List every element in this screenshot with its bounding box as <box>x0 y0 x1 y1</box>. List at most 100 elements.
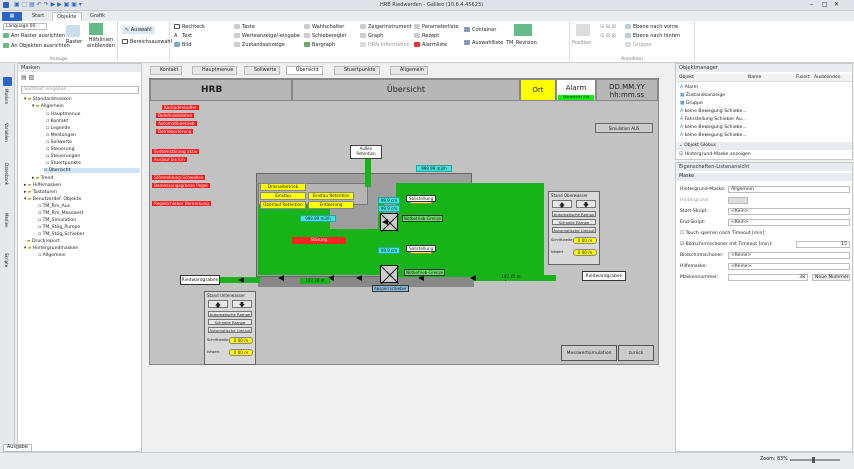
tree-item[interactable]: ▾ ▰ Allgemein <box>32 104 64 109</box>
insert-rezept[interactable]: Rezept <box>414 33 439 39</box>
column-header[interactable]: Fixiert <box>796 75 810 80</box>
insert-hrn-info[interactable]: HRN-Information <box>360 42 410 48</box>
tree-item[interactable]: ▸ ▰ Tastaturen <box>24 190 57 195</box>
down-arrow-button[interactable]: 🡇 <box>232 300 252 309</box>
screensaver-checkbox[interactable]: ☑ Bildschirmschoner mit Timeout [min]: <box>680 242 772 247</box>
end-skript-select[interactable]: <Kein> <box>728 219 850 226</box>
auto-umlaut-button[interactable]: Automatische Umlaut <box>552 227 596 233</box>
tree-item-selected[interactable]: ▫ Übersicht <box>44 168 140 173</box>
doc-tab-hauptmenue[interactable]: Hauptmenue <box>192 66 238 75</box>
tree-item[interactable]: ▫ Sollwerte <box>46 140 72 145</box>
tab-grafik[interactable]: Grafik <box>86 12 109 21</box>
tree-item[interactable]: ▸ ▰ Hilfemasken <box>24 183 61 188</box>
doc-tab-kontakt[interactable]: Kontakt <box>150 66 183 75</box>
helplines-button[interactable]: Hilfslinien einblenden <box>86 37 116 49</box>
layer-back-button[interactable]: Ebene nach hinten <box>625 33 680 39</box>
object-row[interactable]: A keine Bewegung Schiebe... <box>680 109 747 114</box>
schrittweite-value[interactable]: 0.00 m <box>229 337 253 344</box>
schnelle-rampe-button[interactable]: Schnelle Rampe <box>208 319 252 325</box>
insert-graph[interactable]: Graph <box>360 33 383 39</box>
zoom-slider-handle[interactable] <box>812 457 815 463</box>
insert-auswahlliste[interactable]: Auswahlliste <box>464 40 503 46</box>
tm-revision-button[interactable]: TM_Revision <box>506 40 537 46</box>
schnelle-rampe-button[interactable]: Schnelle Rampe <box>552 219 596 225</box>
align-tools-icon[interactable]: ⊟ ⊞ ⊠ <box>600 24 616 30</box>
insert-parameterliste[interactable]: Parameterliste <box>414 24 458 30</box>
insert-container[interactable]: Container <box>464 27 496 33</box>
tab-objekte[interactable]: Objekte <box>52 12 82 21</box>
tree-item[interactable]: ▫ Steuerungen <box>46 154 80 159</box>
tree-item[interactable]: ▫ TM_Rm_Messwert <box>38 211 83 216</box>
minimize-icon[interactable]: – <box>810 1 813 8</box>
tree-item[interactable]: ▫ Meldungen <box>46 133 76 138</box>
language-select[interactable]: Language 00 <box>3 23 47 30</box>
neue-nummer-button[interactable]: Neue Nummer <box>812 274 850 281</box>
istwert-value[interactable]: 0.00 m <box>229 349 253 356</box>
insert-werteanzeige[interactable]: Werteanzeige/-eingabe <box>234 33 300 39</box>
doc-tab-sollwerte[interactable]: Sollwerte <box>244 66 281 75</box>
doc-tab-allgemein[interactable]: Allgemein <box>390 66 428 75</box>
ort-label[interactable]: Ort <box>520 79 556 101</box>
insert-wahlschalter[interactable]: Wahlschalter <box>304 24 344 30</box>
auto-umlaut-button[interactable]: Automatische Umlaut <box>208 327 252 333</box>
sollstellung-button[interactable]: Sollstellung <box>406 195 437 202</box>
auto-rampe-button[interactable]: Automatische Rampe <box>552 211 596 217</box>
masks-icon[interactable] <box>3 77 12 86</box>
maskennummer-input[interactable]: 38 <box>728 274 808 281</box>
tree-item[interactable]: ▾ ▰ Standardmasken <box>24 97 72 102</box>
object-row[interactable]: A Fahrstellung Schieber Au... <box>680 117 746 122</box>
insert-schieberegler[interactable]: Schieberegler <box>304 33 347 39</box>
object-row[interactable]: A Alarm <box>680 85 698 90</box>
down-arrow-button[interactable]: 🡇 <box>576 200 596 209</box>
side-tab-medien[interactable]: Medien <box>4 213 9 228</box>
messwert-button[interactable]: Messwertsimulation <box>561 345 617 361</box>
align-objects-button[interactable]: An Objekten ausrichten <box>3 43 70 49</box>
istwert-value[interactable]: 0.00 m <box>573 249 597 256</box>
bg-mask-checkbox[interactable]: ☑ Hintergrund-Maske anzeigen <box>679 152 751 157</box>
tree-item[interactable]: ▫ TM_Stög_Pumpe <box>38 225 80 230</box>
ausgabe-tab[interactable]: Ausgabe <box>3 444 32 452</box>
insert-zustandsanzeige[interactable]: Zustandsanzeige <box>234 42 285 48</box>
column-header[interactable]: Objekt <box>679 75 694 80</box>
tab-start[interactable]: Start <box>28 12 48 21</box>
layer-forward-button[interactable]: Ebene nach vorne <box>625 24 678 30</box>
screensaver-select[interactable]: <Keine> <box>728 252 850 259</box>
hintergrund-color[interactable] <box>728 197 748 204</box>
schrittweite-value[interactable]: 0.00 m <box>573 237 597 244</box>
insert-zeigerinstrument[interactable]: Zeigerinstrument <box>360 24 412 30</box>
touch-lock-checkbox[interactable]: ☐ Touch sperren nach Timeout [min]: <box>680 231 766 236</box>
tree-item[interactable]: ▫ Steuerung <box>46 147 75 152</box>
tree-item[interactable]: ▾ ▰ Benutzerdef. Objekte <box>24 197 81 202</box>
area-select-button[interactable]: Bereichsauswahl <box>122 39 172 45</box>
doc-tab-uebersicht[interactable]: Übersicht <box>286 66 323 75</box>
maximize-icon[interactable]: □ <box>822 1 828 8</box>
close-icon[interactable]: ✕ <box>834 1 839 8</box>
up-arrow-button[interactable]: 🡅 <box>552 200 572 209</box>
auto-rampe-button[interactable]: Automatische Rampe <box>208 311 252 317</box>
start-skript-select[interactable]: <Kein> <box>728 208 850 215</box>
zurueck-button[interactable]: zurück <box>618 345 654 361</box>
tree-item[interactable]: ▫ Kontakt <box>46 119 68 124</box>
insert-bargraph[interactable]: Bargraph <box>304 42 335 48</box>
align-grid-button[interactable]: Am Raster ausrichten <box>3 33 65 39</box>
tree-item[interactable]: ▾ ▰ Hintergrundmasken <box>24 246 78 251</box>
tree-item[interactable]: ▫ Allgemein <box>38 253 66 258</box>
object-row[interactable]: A keine Bewegung Schiebe... <box>680 133 747 138</box>
hilfemaske-select[interactable]: <Keine> <box>728 263 850 270</box>
group-button[interactable]: Gruppe <box>625 42 652 48</box>
distribute-tools-icon[interactable]: ⊟ ⊞ ⊠ <box>600 33 616 39</box>
objects-group-header[interactable]: ⌄ Objekt Globus <box>676 142 852 150</box>
tree-item[interactable]: ▫ TM_Rm_Aus <box>38 204 70 209</box>
insert-alarmliste[interactable]: Alarmliste <box>414 42 447 48</box>
column-header[interactable]: Ausblenden <box>814 75 840 80</box>
simulation-button[interactable]: Simulation AUS <box>595 123 653 133</box>
tree-item[interactable]: ▫ Hauptmenue <box>46 112 80 117</box>
masks-toolbar-icons[interactable]: ▤ ▧ <box>21 74 34 81</box>
doc-tab-stuertpunkte[interactable]: Stuertpunkte <box>334 66 380 75</box>
tree-item[interactable]: ▸ ▰ Trend <box>32 176 53 181</box>
select-button[interactable]: ↖ Auswahl <box>122 26 155 34</box>
tree-item[interactable]: ▫ Stuertpunkte <box>46 161 81 166</box>
column-header[interactable]: Name <box>748 75 761 80</box>
insert-text[interactable]: A Text <box>174 33 192 39</box>
masks-search-input[interactable]: Suchtext eingeben... <box>21 86 139 94</box>
